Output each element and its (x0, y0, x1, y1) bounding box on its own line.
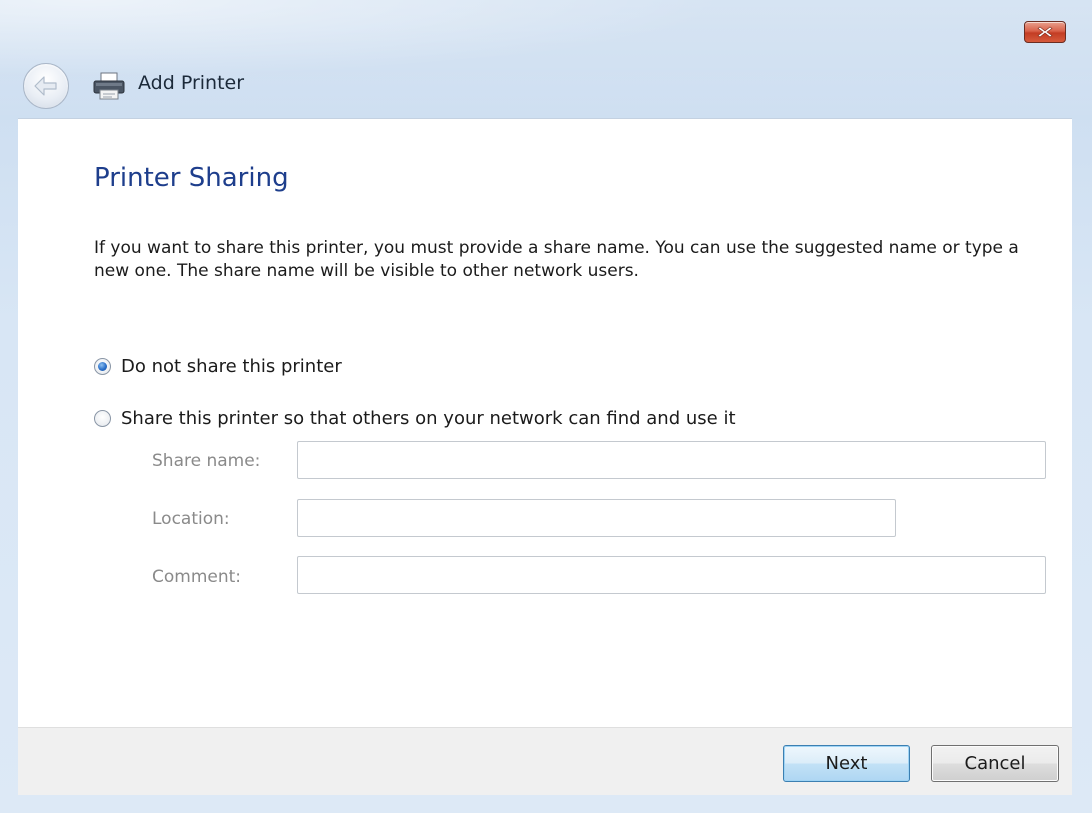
cancel-button[interactable]: Cancel (931, 745, 1059, 782)
next-button[interactable]: Next (783, 745, 910, 782)
location-input[interactable] (297, 499, 896, 537)
wizard-content: Printer Sharing If you want to share thi… (18, 118, 1072, 727)
comment-label: Comment: (152, 567, 242, 587)
add-printer-window: Add Printer Printer Sharing If you want … (0, 0, 1092, 813)
share-printer-label: Share this printer so that others on you… (121, 408, 736, 429)
back-arrow-icon (34, 76, 57, 96)
printer-icon (93, 72, 125, 100)
do-not-share-option[interactable]: Do not share this printer (94, 356, 342, 377)
location-label: Location: (152, 509, 230, 529)
do-not-share-radio[interactable] (94, 358, 111, 375)
do-not-share-label: Do not share this printer (121, 356, 342, 377)
comment-input[interactable] (297, 556, 1046, 594)
page-heading: Printer Sharing (94, 163, 289, 193)
share-name-input[interactable] (297, 441, 1046, 479)
back-button[interactable] (23, 63, 69, 109)
window-title: Add Printer (138, 72, 245, 94)
close-button[interactable] (1024, 21, 1066, 43)
share-printer-radio[interactable] (94, 410, 111, 427)
wizard-footer: Next Cancel (18, 727, 1072, 795)
radio-selected-dot (98, 362, 107, 371)
page-description: If you want to share this printer, you m… (94, 238, 1019, 281)
share-name-label: Share name: (152, 451, 261, 471)
close-x-icon (1037, 26, 1053, 38)
share-printer-option[interactable]: Share this printer so that others on you… (94, 408, 736, 429)
